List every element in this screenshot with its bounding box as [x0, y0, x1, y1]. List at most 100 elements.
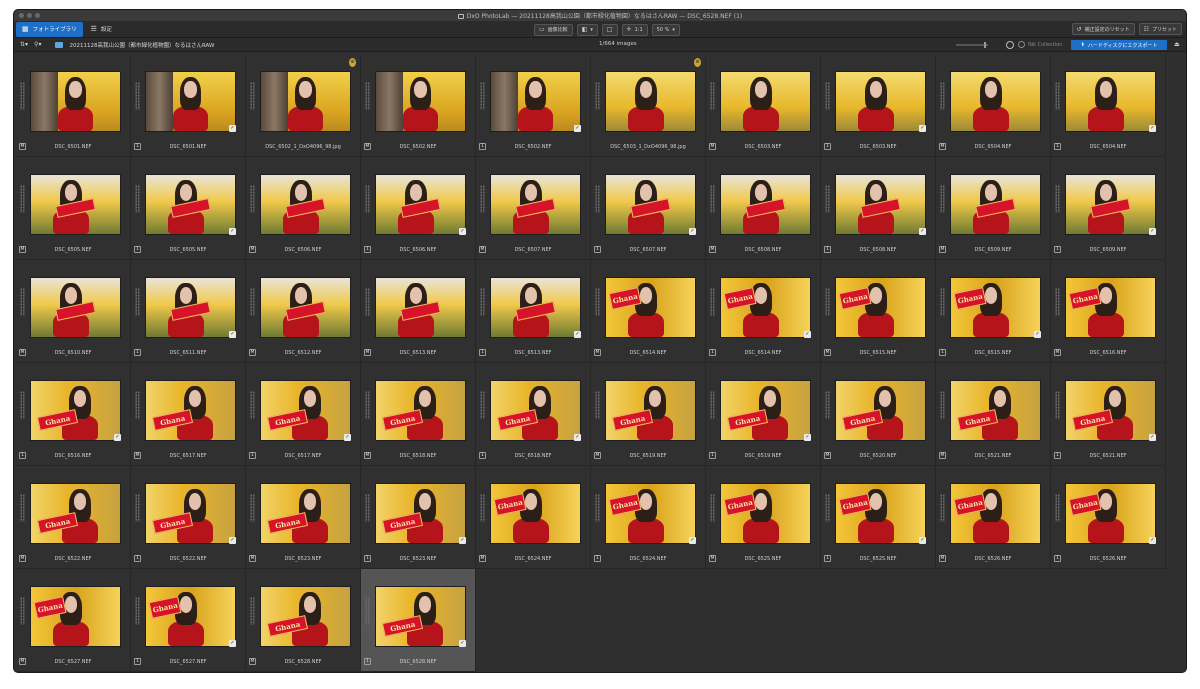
thumbnail-cell[interactable]: Ghana M DSC_6517.NEF	[131, 363, 246, 466]
drag-handle[interactable]	[595, 185, 600, 213]
checkmark-icon[interactable]: ✓	[919, 228, 926, 235]
thumbnail-cell[interactable]: Ghana M DSC_6523.NEF	[246, 466, 361, 569]
thumbnail-cell[interactable]: M DSC_6501.NEF	[16, 54, 131, 157]
thumbnail-cell[interactable]: ✓ 1 DSC_6502.NEF	[476, 54, 591, 157]
thumbnail-cell[interactable]: Ghana ✓ 1 DSC_6525.NEF	[821, 466, 936, 569]
thumbnail-cell[interactable]: Ghana ✓ 1 DSC_6514.NEF	[706, 260, 821, 363]
checkmark-icon[interactable]: ✓	[689, 228, 696, 235]
drag-handle[interactable]	[940, 288, 945, 316]
checkmark-icon[interactable]: ✓	[229, 640, 236, 647]
photo-thumbnail[interactable]	[145, 277, 236, 338]
drag-handle[interactable]	[1055, 185, 1060, 213]
drag-handle[interactable]	[480, 288, 485, 316]
drag-handle[interactable]	[710, 391, 715, 419]
drag-handle[interactable]	[825, 391, 830, 419]
display-mode-icon[interactable]	[1006, 41, 1014, 49]
photo-thumbnail[interactable]	[835, 71, 926, 132]
photo-thumbnail[interactable]	[835, 174, 926, 235]
drag-handle[interactable]	[480, 185, 485, 213]
thumbnail-cell[interactable]: Ghana M DSC_6525.NEF	[706, 466, 821, 569]
thumbnail-cell[interactable]: ✓ 1 DSC_6504.NEF	[1051, 54, 1166, 157]
photo-thumbnail[interactable]	[950, 174, 1041, 235]
drag-handle[interactable]	[480, 82, 485, 110]
fit-screen-button[interactable]: □	[601, 23, 618, 36]
photo-thumbnail[interactable]: Ghana	[1065, 483, 1156, 544]
photo-thumbnail[interactable]	[375, 277, 466, 338]
tab-settings[interactable]: ☰ 設定	[85, 22, 118, 37]
checkmark-icon[interactable]: ✓	[1149, 228, 1156, 235]
photo-thumbnail[interactable]	[720, 174, 811, 235]
checkmark-icon[interactable]: ✓	[1149, 125, 1156, 132]
drag-handle[interactable]	[250, 494, 255, 522]
checkmark-icon[interactable]: ✓	[574, 331, 581, 338]
photo-thumbnail[interactable]	[950, 71, 1041, 132]
zoom-select[interactable]: 50 % ▾	[651, 23, 680, 36]
checkmark-icon[interactable]: ✓	[459, 537, 466, 544]
checkmark-icon[interactable]: ✓	[344, 434, 351, 441]
drag-handle[interactable]	[940, 494, 945, 522]
thumbnail-cell[interactable]: ✓ 1 DSC_6503.NEF	[821, 54, 936, 157]
thumbnail-cell[interactable]: ✓ 1 DSC_6513.NEF	[476, 260, 591, 363]
thumbnail-cell[interactable]: Ghana ✓ 1 DSC_6524.NEF	[591, 466, 706, 569]
drag-handle[interactable]	[20, 597, 25, 625]
checkmark-icon[interactable]: ✓	[1149, 434, 1156, 441]
sort-icon[interactable]: ⇅▾	[20, 41, 28, 48]
drag-handle[interactable]	[595, 391, 600, 419]
photo-thumbnail[interactable]: Ghana	[835, 380, 926, 441]
thumbnail-cell[interactable]: M DSC_6507.NEF	[476, 157, 591, 260]
photo-thumbnail[interactable]	[375, 174, 466, 235]
compare-button[interactable]: ▭ 画像比較	[534, 23, 573, 36]
photo-thumbnail[interactable]: Ghana	[30, 483, 121, 544]
drag-handle[interactable]	[135, 82, 140, 110]
photo-thumbnail[interactable]	[1065, 71, 1156, 132]
drag-handle[interactable]	[940, 391, 945, 419]
photo-thumbnail[interactable]: Ghana	[260, 483, 351, 544]
photo-thumbnail[interactable]: Ghana	[835, 277, 926, 338]
thumbnail-cell[interactable]: M DSC_6503.NEF	[706, 54, 821, 157]
drag-handle[interactable]	[710, 185, 715, 213]
drag-handle[interactable]	[250, 185, 255, 213]
window-controls[interactable]	[19, 13, 40, 18]
drag-handle[interactable]	[480, 494, 485, 522]
checkmark-icon[interactable]: ✓	[229, 125, 236, 132]
photo-thumbnail[interactable]	[30, 71, 121, 132]
photo-thumbnail[interactable]: Ghana	[1065, 277, 1156, 338]
photo-thumbnail[interactable]	[490, 277, 581, 338]
drag-handle[interactable]	[135, 185, 140, 213]
thumbnail-size-slider-knob[interactable]	[984, 42, 986, 48]
thumbnail-cell[interactable]: M DSC_6510.NEF	[16, 260, 131, 363]
drag-handle[interactable]	[710, 82, 715, 110]
photo-thumbnail[interactable]: Ghana	[950, 380, 1041, 441]
thumbnail-cell[interactable]: M DSC_6502.NEF	[361, 54, 476, 157]
drag-handle[interactable]	[20, 288, 25, 316]
drag-handle[interactable]	[250, 391, 255, 419]
checkmark-icon[interactable]: ✓	[804, 331, 811, 338]
thumbnail-cell[interactable]: Ghana M DSC_6522.NEF	[16, 466, 131, 569]
nik-collection-button[interactable]: Nik Collection	[1018, 41, 1062, 48]
photo-thumbnail[interactable]: Ghana	[720, 483, 811, 544]
photo-thumbnail[interactable]: Ghana	[605, 380, 696, 441]
thumbnail-cell[interactable]: Ghana ✓ 1 DSC_6523.NEF	[361, 466, 476, 569]
split-view-button[interactable]: ◧ ▾	[576, 23, 598, 36]
thumbnail-cell[interactable]: M DSC_6513.NEF	[361, 260, 476, 363]
photo-thumbnail[interactable]: Ghana	[30, 380, 121, 441]
checkmark-icon[interactable]: ✓	[804, 434, 811, 441]
thumbnail-cell[interactable]: ✓ 1 DSC_6505.NEF	[131, 157, 246, 260]
filter-icon[interactable]: ⚲▾	[34, 41, 41, 48]
thumbnail-cell[interactable]: M DSC_6508.NEF	[706, 157, 821, 260]
thumbnail-cell[interactable]: Ghana ✓ 1 DSC_6526.NEF	[1051, 466, 1166, 569]
photo-thumbnail[interactable]: Ghana	[720, 380, 811, 441]
thumbnail-cell[interactable]: M DSC_6506.NEF	[246, 157, 361, 260]
checkmark-icon[interactable]: ✓	[459, 640, 466, 647]
drag-handle[interactable]	[710, 494, 715, 522]
photo-thumbnail[interactable]: Ghana	[260, 380, 351, 441]
thumbnail-cell[interactable]: Ghana ✓ 1 DSC_6517.NEF	[246, 363, 361, 466]
drag-handle[interactable]	[20, 494, 25, 522]
tab-photo-library[interactable]: ▦ フォトライブラリ	[16, 21, 83, 37]
thumbnail-cell[interactable]: ✓ 1 DSC_6501.NEF	[131, 54, 246, 157]
drag-handle[interactable]	[940, 185, 945, 213]
thumbnail-cell[interactable]: Ghana M DSC_6528.NEF	[246, 569, 361, 672]
checkmark-icon[interactable]: ✓	[1034, 331, 1041, 338]
drag-handle[interactable]	[825, 288, 830, 316]
thumbnail-cell[interactable]: Ghana ✓ 1 DSC_6516.NEF	[16, 363, 131, 466]
